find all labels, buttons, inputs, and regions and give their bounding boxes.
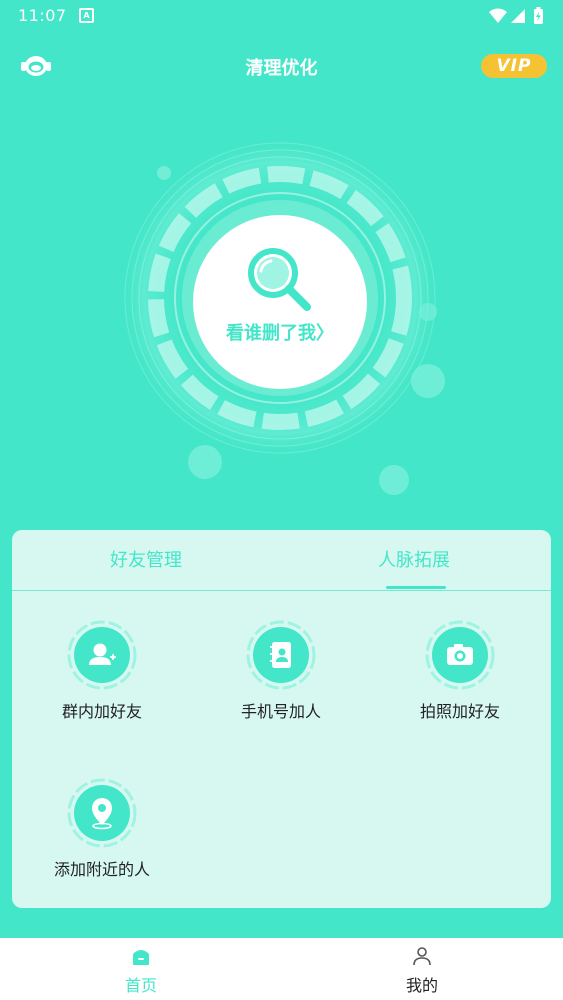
feature-label: 群内加好友 [61,702,142,721]
feature-phone-add[interactable]: 手机号加人 [206,620,356,722]
feature-photo-add-friend[interactable]: 拍照加好友 [385,620,535,722]
status-time: 11:07 [18,6,67,25]
vip-button[interactable]: VIP [481,54,547,78]
scan-label-text: 看谁删了我 [226,323,316,344]
person-icon [413,947,431,966]
status-bar: 11:07 A [0,0,563,32]
home-icon [133,950,149,965]
page-title: 清理优化 [245,58,318,79]
nav-home[interactable]: 首页 [91,938,191,1000]
search-icon [248,248,311,311]
tab-friend-management[interactable]: 好友管理 [110,546,182,572]
chevron-right-icon: 〉 [316,323,334,344]
feature-label: 拍照加好友 [419,702,500,721]
nav-mine[interactable]: 我的 [372,938,472,1000]
scan-area: 看谁删了我〉 [0,120,563,510]
nav-label: 我的 [405,976,438,995]
bottom-nav: 首页 我的 [0,938,563,1000]
feature-panel: 好友管理 人脉拓展 群内加好友 手机号加人 拍照加好友 添加附近的人 [12,530,551,908]
notification-icon: A [79,8,94,23]
contacts-book-icon [246,620,316,690]
feature-icon-wrap [425,620,495,690]
location-pin-icon [67,778,137,848]
nav-label: 首页 [124,976,157,995]
feature-label: 手机号加人 [240,702,321,721]
scan-label: 看谁删了我〉 [193,319,367,345]
feature-icon-wrap [67,778,137,848]
feature-label: 添加附近的人 [53,860,150,879]
tab-bar: 好友管理 人脉拓展 [12,530,551,591]
who-deleted-me-button[interactable]: 看谁删了我〉 [193,215,367,389]
tab-network-expansion[interactable]: 人脉拓展 [378,546,450,572]
active-tab-indicator [386,586,446,589]
feature-group-add-friend[interactable]: 群内加好友 [27,620,177,722]
feature-icon-wrap [67,620,137,690]
feature-icon-wrap [246,620,316,690]
top-bar: 清理优化 VIP [0,40,563,92]
camera-icon [425,620,495,690]
add-user-icon [67,620,137,690]
feature-add-nearby[interactable]: 添加附近的人 [27,778,177,880]
signal-battery-icons [489,7,543,24]
